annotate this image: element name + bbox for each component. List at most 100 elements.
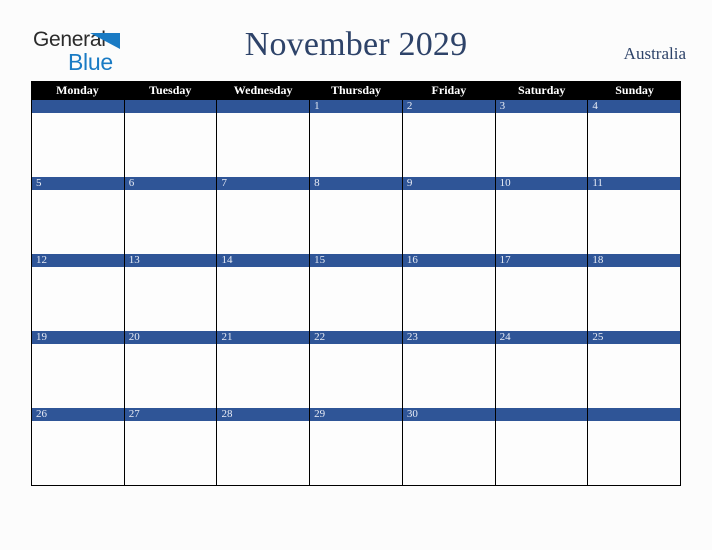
day-body[interactable]: [124, 421, 217, 485]
day-bar: 2: [402, 100, 495, 113]
day-number: 21: [221, 331, 233, 343]
day-body[interactable]: [310, 190, 402, 254]
day-body[interactable]: [588, 190, 681, 254]
day-cell[interactable]: 15: [310, 254, 403, 331]
day-bar: 25: [588, 331, 681, 344]
day-number: 10: [499, 177, 511, 189]
day-cell[interactable]: 29: [310, 408, 403, 485]
day-body[interactable]: [495, 344, 588, 408]
day-body[interactable]: [588, 344, 681, 408]
day-body[interactable]: [402, 344, 495, 408]
day-body[interactable]: [217, 421, 310, 485]
day-cell[interactable]: 24: [495, 331, 589, 408]
day-cell[interactable]: [217, 100, 311, 177]
day-body[interactable]: [217, 190, 310, 254]
day-cell[interactable]: 4: [588, 100, 682, 177]
day-number: 18: [592, 254, 604, 266]
day-bar: [588, 408, 681, 421]
day-number: 2: [406, 100, 413, 112]
day-bar: 3: [495, 100, 588, 113]
day-cell[interactable]: 27: [124, 408, 218, 485]
day-cell[interactable]: 5: [32, 177, 125, 254]
day-cell[interactable]: 9: [402, 177, 496, 254]
day-cell[interactable]: 26: [32, 408, 125, 485]
day-body[interactable]: [495, 190, 588, 254]
day-bar: 29: [310, 408, 402, 421]
day-body[interactable]: [402, 113, 495, 177]
day-body[interactable]: [124, 344, 217, 408]
day-cell[interactable]: 7: [217, 177, 311, 254]
weekday-header-thursday: Thursday: [330, 83, 382, 97]
day-cell[interactable]: 11: [588, 177, 682, 254]
day-body[interactable]: [310, 421, 402, 485]
day-body[interactable]: [217, 113, 310, 177]
day-bar: 23: [402, 331, 495, 344]
day-cell[interactable]: 14: [217, 254, 311, 331]
day-cell[interactable]: 20: [124, 331, 218, 408]
day-body[interactable]: [495, 113, 588, 177]
day-cell[interactable]: 21: [217, 331, 311, 408]
day-cell[interactable]: 17: [495, 254, 589, 331]
day-cell[interactable]: 10: [495, 177, 589, 254]
day-cell[interactable]: [495, 408, 589, 485]
day-bar: 27: [124, 408, 217, 421]
day-bar: 21: [217, 331, 310, 344]
week-row: 26 27 28 29 30: [31, 408, 682, 486]
day-cell[interactable]: 25: [588, 331, 682, 408]
day-body[interactable]: [310, 267, 402, 331]
day-body[interactable]: [310, 113, 402, 177]
day-bar: 14: [217, 254, 310, 267]
day-body[interactable]: [32, 190, 124, 254]
day-body[interactable]: [32, 344, 124, 408]
day-number: 3: [499, 100, 506, 112]
day-body[interactable]: [402, 190, 495, 254]
day-body[interactable]: [32, 113, 124, 177]
day-cell[interactable]: 6: [124, 177, 218, 254]
week-row: 1 2 3 4: [31, 100, 682, 177]
day-number: 25: [592, 331, 604, 343]
day-body[interactable]: [495, 267, 588, 331]
day-bar: 9: [402, 177, 495, 190]
day-cell[interactable]: 30: [402, 408, 496, 485]
day-bar: 4: [588, 100, 681, 113]
day-number: 9: [406, 177, 413, 189]
day-body[interactable]: [402, 421, 495, 485]
day-body[interactable]: [495, 421, 588, 485]
day-body[interactable]: [588, 113, 681, 177]
day-cell[interactable]: 13: [124, 254, 218, 331]
day-body[interactable]: [124, 190, 217, 254]
day-cell[interactable]: [588, 408, 682, 485]
day-body[interactable]: [588, 421, 681, 485]
day-body[interactable]: [310, 344, 402, 408]
day-number: 7: [221, 177, 227, 189]
day-cell[interactable]: [32, 100, 125, 177]
day-bar: 30: [402, 408, 495, 421]
day-body[interactable]: [124, 267, 217, 331]
day-body[interactable]: [124, 113, 217, 177]
day-body[interactable]: [32, 421, 124, 485]
day-body[interactable]: [402, 267, 495, 331]
day-cell[interactable]: 28: [217, 408, 311, 485]
day-number: 20: [128, 331, 140, 343]
day-cell[interactable]: 12: [32, 254, 125, 331]
day-cell[interactable]: 2: [402, 100, 496, 177]
day-cell[interactable]: 16: [402, 254, 496, 331]
day-cell[interactable]: 3: [495, 100, 589, 177]
day-cell[interactable]: 8: [310, 177, 403, 254]
day-number: 15: [314, 254, 326, 266]
day-cell[interactable]: 23: [402, 331, 496, 408]
day-number: 28: [221, 408, 233, 420]
day-number: 30: [406, 408, 418, 420]
day-cell[interactable]: 1: [310, 100, 403, 177]
day-cell[interactable]: 22: [310, 331, 403, 408]
day-body[interactable]: [32, 267, 124, 331]
day-cell[interactable]: 18: [588, 254, 682, 331]
day-cell[interactable]: [124, 100, 218, 177]
day-body[interactable]: [217, 344, 310, 408]
day-bar: [495, 408, 588, 421]
day-number: 29: [314, 408, 326, 420]
day-body[interactable]: [588, 267, 681, 331]
day-body[interactable]: [217, 267, 310, 331]
day-cell[interactable]: 19: [32, 331, 125, 408]
page-title: November 2029: [244, 26, 468, 63]
